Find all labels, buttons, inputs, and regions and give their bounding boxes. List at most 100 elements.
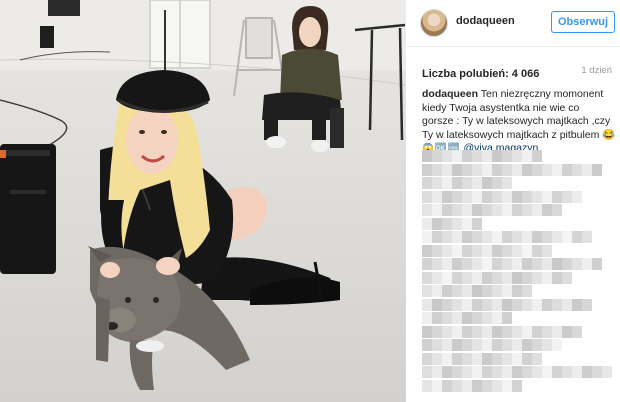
pixelated-cell <box>462 325 472 338</box>
pixelated-cell <box>512 231 522 243</box>
pixelated-cell <box>442 298 452 311</box>
pixelated-cell <box>492 285 502 297</box>
pixelated-cell <box>522 285 532 297</box>
pixelated-cell <box>512 379 522 392</box>
pixelated-cell <box>542 163 552 176</box>
pixelated-cell <box>452 204 462 216</box>
pixelated-cell <box>452 244 462 257</box>
pixelated-cell <box>462 271 472 284</box>
pixelated-cell <box>532 231 542 243</box>
pixelated-cell <box>482 312 492 324</box>
pixelated-cell <box>582 366 592 378</box>
pixelated-cell <box>472 190 482 203</box>
likes-count[interactable]: 4 066 <box>512 68 540 80</box>
pixelated-cell <box>472 298 482 311</box>
pixelated-cell <box>552 271 562 284</box>
pixelated-cell <box>512 258 522 270</box>
pixelated-cell <box>502 298 512 311</box>
pixelated-cell <box>442 366 452 378</box>
pixelated-cell <box>492 244 502 257</box>
pixelated-cell <box>462 177 472 189</box>
pixelated-cell <box>422 258 432 270</box>
pixelated-cell <box>542 271 552 284</box>
pixelated-cell <box>442 231 452 243</box>
pixelated-cell <box>542 258 552 270</box>
pixelated-cell <box>452 285 462 297</box>
pixelated-cell <box>552 298 562 311</box>
pixelated-cell <box>442 163 452 176</box>
pixelated-cell <box>422 177 432 189</box>
pixelated-cell <box>432 258 442 270</box>
pixelated-cell <box>532 150 542 162</box>
pixelated-cell <box>452 312 462 324</box>
pixelated-cell <box>472 231 482 243</box>
pixelated-cell <box>572 298 582 311</box>
pixelated-cell <box>512 204 522 216</box>
pixelated-cell <box>422 285 432 297</box>
pixelated-cell <box>522 366 532 378</box>
pixelated-cell <box>462 204 472 216</box>
pixelated-cell <box>492 231 502 243</box>
pixelated-cell <box>482 339 492 351</box>
follow-button[interactable]: Obserwuj <box>551 11 615 33</box>
pixelated-cell <box>442 339 452 351</box>
pixelated-cell <box>442 312 452 324</box>
pixelated-cell <box>442 258 452 270</box>
pixelated-cell <box>482 366 492 378</box>
pixelated-cell <box>462 217 472 230</box>
pixelated-cell <box>562 325 572 338</box>
pixelated-cell <box>422 204 432 216</box>
pixelated-cell <box>432 366 442 378</box>
pixelated-cell <box>452 352 462 365</box>
pixelated-cell <box>422 366 432 378</box>
pixelated-cell <box>492 150 502 162</box>
pixelated-cell <box>502 325 512 338</box>
pixelated-cell <box>572 190 582 203</box>
pixelated-cell <box>552 163 562 176</box>
pixelated-cell <box>432 339 442 351</box>
pixelated-cell <box>482 298 492 311</box>
pixelated-cell <box>472 271 482 284</box>
pixelated-cell <box>532 258 542 270</box>
pixelated-cell <box>572 325 582 338</box>
pixelated-cell <box>522 231 532 243</box>
pixelated-cell <box>462 285 472 297</box>
username-link[interactable]: dodaqueen <box>456 15 515 27</box>
equipment-case <box>0 144 56 274</box>
pixelated-cell <box>442 177 452 189</box>
pixelated-cell <box>592 258 602 270</box>
caption-username[interactable]: dodaqueen <box>422 88 478 100</box>
pixelated-cell <box>522 352 532 365</box>
pixelated-cell <box>542 325 552 338</box>
pixelated-cell <box>452 366 462 378</box>
pixelated-cell <box>502 244 512 257</box>
pixelated-cell <box>512 366 522 378</box>
pixelated-cell <box>422 339 432 351</box>
pixelated-cell <box>502 285 512 297</box>
pixelated-cell <box>492 366 502 378</box>
pixelated-cell <box>522 244 532 257</box>
pixelated-cell <box>452 190 462 203</box>
pixelated-cell <box>432 231 442 243</box>
pixelated-cell <box>472 150 482 162</box>
pixelated-cell <box>532 325 542 338</box>
pixelated-cell <box>492 352 502 365</box>
caption-text-4: Ty w lateksowych majtkach z pitbulem 😂 <box>422 128 616 141</box>
pixelated-cell <box>532 204 542 216</box>
pixelated-cell <box>532 352 542 365</box>
pixelated-cell <box>442 352 452 365</box>
post-timestamp[interactable]: 1 dzień <box>581 65 612 76</box>
pixelated-cell <box>482 244 492 257</box>
pixelated-cell <box>492 204 502 216</box>
pixelated-cell <box>502 312 512 324</box>
pixelated-cell <box>492 177 502 189</box>
pixelated-cell <box>512 325 522 338</box>
caption-text-2: kiedy Twoja asystentka nie wie co <box>422 101 580 114</box>
pixelated-cell <box>422 150 432 162</box>
likes-label: Liczba polubień: <box>422 68 509 80</box>
post-photo[interactable] <box>0 0 406 402</box>
pixelated-cell <box>522 298 532 311</box>
pixelated-cell <box>422 244 432 257</box>
pixelated-cell <box>462 366 472 378</box>
avatar-icon[interactable] <box>420 9 448 37</box>
